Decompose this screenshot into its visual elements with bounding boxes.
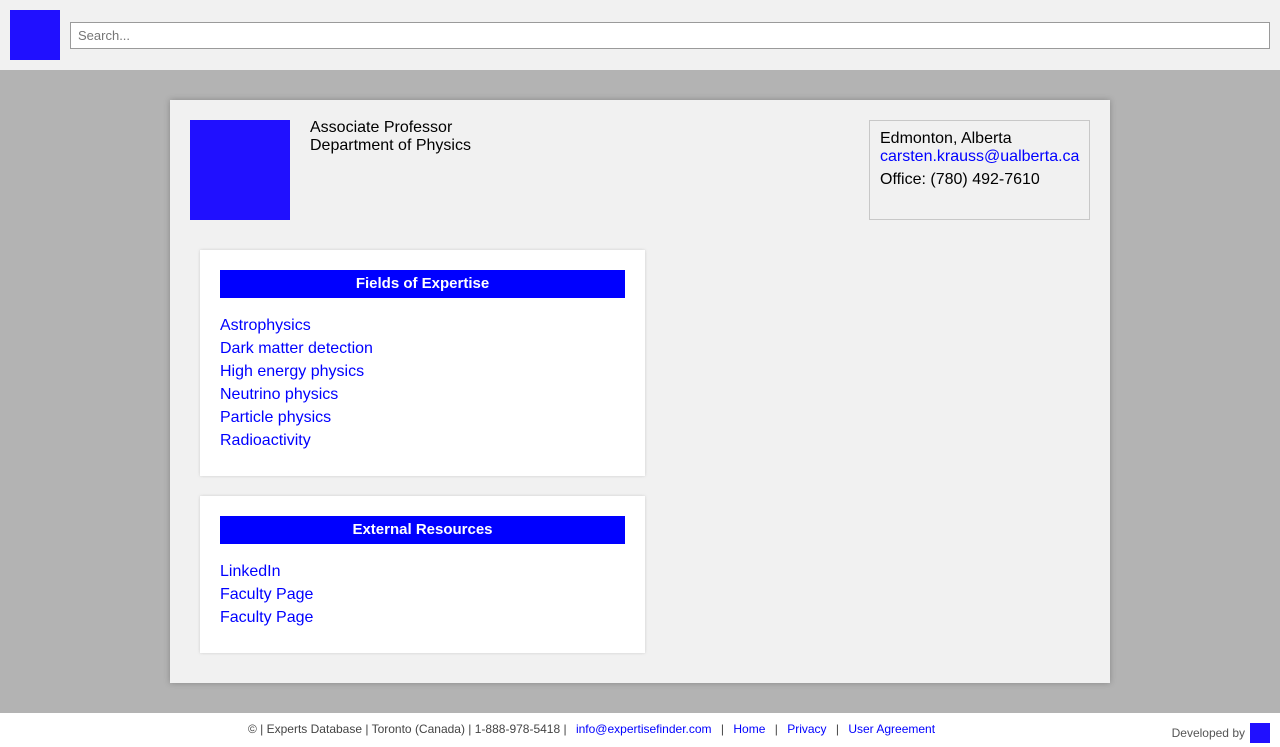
site-logo[interactable] [10,10,60,60]
developer-logo[interactable] [1250,723,1270,743]
profile-photo [190,120,290,220]
expertise-item[interactable]: High energy physics [220,360,625,383]
developed-by: Developed by [1172,723,1270,743]
location-text: Edmonton, Alberta [880,130,1012,147]
department-name: Department of Physics [310,137,471,154]
resource-link-linkedin[interactable]: LinkedIn [220,560,625,583]
footer-separator: | [774,722,778,736]
expertise-list: Astrophysics Dark matter detection High … [220,314,625,452]
contact-box: Edmonton, Alberta carsten.krauss@ualbert… [869,120,1090,220]
profile-card: Associate Professor Department of Physic… [170,100,1110,683]
expertise-item[interactable]: Astrophysics [220,314,625,337]
footer-agreement-link[interactable]: User Agreement [848,722,935,736]
expertise-heading: Fields of Expertise [220,270,625,298]
profile-titles: Associate Professor Department of Physic… [310,119,471,155]
expertise-panel: Fields of Expertise Astrophysics Dark ma… [200,250,645,476]
expertise-item[interactable]: Dark matter detection [220,337,625,360]
resource-link-faculty-page[interactable]: Faculty Page [220,606,625,629]
resources-panel: External Resources LinkedIn Faculty Page… [200,496,645,653]
footer-separator: | [720,722,725,736]
position-title: Associate Professor [310,119,453,136]
resources-heading: External Resources [220,516,625,544]
expertise-item[interactable]: Neutrino physics [220,383,625,406]
footer-privacy-link[interactable]: Privacy [787,722,826,736]
footer-info: © | Experts Database | Toronto (Canada) … [248,722,935,736]
footer-separator: | [835,722,839,736]
resource-link-faculty-page[interactable]: Faculty Page [220,583,625,606]
expertise-item[interactable]: Particle physics [220,406,625,429]
office-phone: Office: (780) 492-7610 [880,171,1040,188]
top-bar [0,0,1280,70]
footer-info-text: © | Experts Database | Toronto (Canada) … [248,722,567,736]
footer-home-link[interactable]: Home [733,722,765,736]
resources-list: LinkedIn Faculty Page Faculty Page [220,560,625,629]
email-link[interactable]: carsten.krauss@ualberta.ca [880,148,1089,166]
developed-by-text: Developed by [1171,726,1245,740]
footer: © | Experts Database | Toronto (Canada) … [0,713,1280,747]
footer-email-link[interactable]: info@expertisefinder.com [576,722,712,736]
search-input[interactable] [70,22,1270,49]
expertise-item[interactable]: Radioactivity [220,429,625,452]
